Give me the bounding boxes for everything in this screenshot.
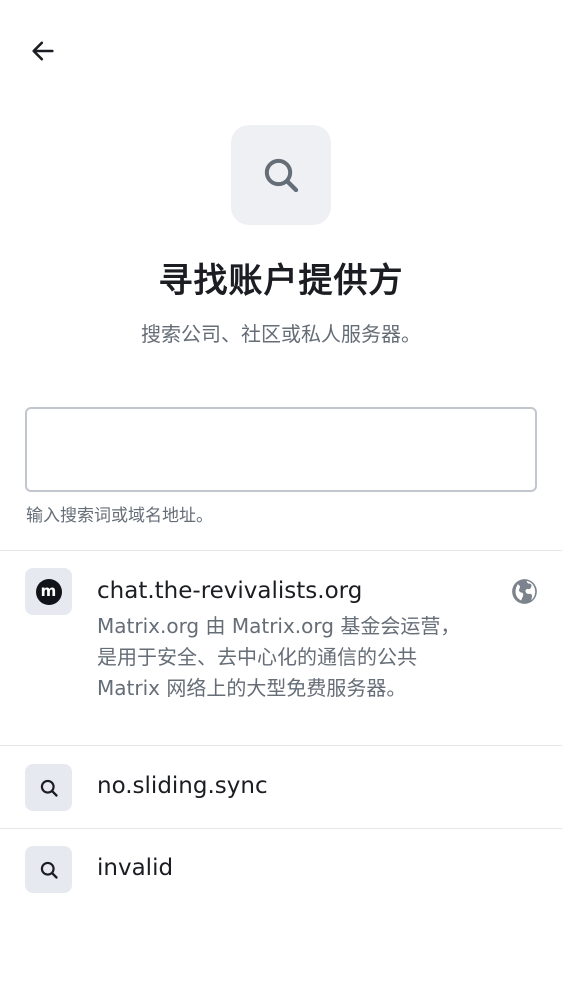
search-icon-tile: [25, 846, 72, 893]
search-icon-tile: [25, 764, 72, 811]
page-subtitle: 搜索公司、社区或私人服务器。: [141, 322, 421, 346]
search-icon: [40, 861, 58, 879]
description-line: Matrix 网络上的大型免费服务器。: [97, 676, 407, 700]
description-line: 是用于安全、去中心化的通信的公共: [97, 645, 417, 669]
matrix-logo-icon: m: [35, 578, 62, 605]
arrow-left-icon: [32, 41, 54, 61]
description-line: Matrix.org 由 Matrix.org 基金会运营，: [97, 614, 461, 638]
server-icon-tile: m: [25, 568, 72, 615]
search-hint: 输入搜索词或域名地址。: [26, 506, 213, 526]
server-result-item[interactable]: m chat.the-revivalists.org Matrix.org 由 …: [0, 551, 562, 745]
result-name: invalid: [97, 855, 174, 881]
search-result-item[interactable]: no.sliding.sync: [0, 746, 562, 828]
search-icon: [264, 158, 299, 193]
back-button[interactable]: [22, 30, 64, 72]
search-input[interactable]: [25, 407, 537, 492]
search-icon: [40, 779, 58, 797]
result-name: no.sliding.sync: [97, 773, 268, 799]
server-name: chat.the-revivalists.org: [97, 578, 363, 604]
server-description: Matrix.org 由 Matrix.org 基金会运营， 是用于安全、去中心…: [97, 611, 497, 704]
hero-search-tile: [231, 125, 331, 225]
page-title: 寻找账户提供方: [158, 261, 404, 301]
search-result-item[interactable]: invalid: [0, 829, 562, 911]
globe-icon: [512, 579, 537, 604]
